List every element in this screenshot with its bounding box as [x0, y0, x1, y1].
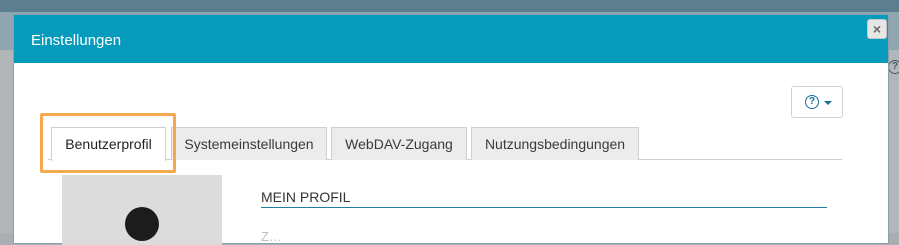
help-icon: ? [805, 95, 819, 109]
tab-label: WebDAV-Zugang [345, 136, 453, 152]
settings-dialog: Einstellungen × ? Benutzerprofil Systeme… [13, 14, 889, 245]
caret-down-icon [824, 101, 832, 105]
dialog-header: Einstellungen × [14, 15, 888, 63]
active-tab-highlight [40, 113, 176, 173]
avatar[interactable] [62, 175, 222, 245]
tab-webdav-zugang[interactable]: WebDAV-Zugang [331, 127, 467, 160]
help-dropdown-button[interactable]: ? [791, 86, 843, 118]
profile-intro-text: Z... [261, 229, 282, 244]
dialog-title: Einstellungen [31, 32, 122, 49]
close-icon: × [872, 21, 882, 37]
tab-label: Nutzungsbedingungen [484, 136, 626, 152]
background-help-icon: ? [888, 60, 899, 74]
section-divider [261, 207, 827, 208]
section-heading: MEIN PROFIL [261, 189, 351, 205]
tab-label: Systemeinstellungen [184, 136, 314, 152]
tab-nutzungsbedingungen[interactable]: Nutzungsbedingungen [471, 127, 639, 160]
background-topbar [0, 0, 899, 12]
close-button[interactable]: × [867, 19, 887, 39]
avatar-placeholder-icon [125, 207, 159, 241]
tab-systemeinstellungen[interactable]: Systemeinstellungen [171, 127, 327, 160]
